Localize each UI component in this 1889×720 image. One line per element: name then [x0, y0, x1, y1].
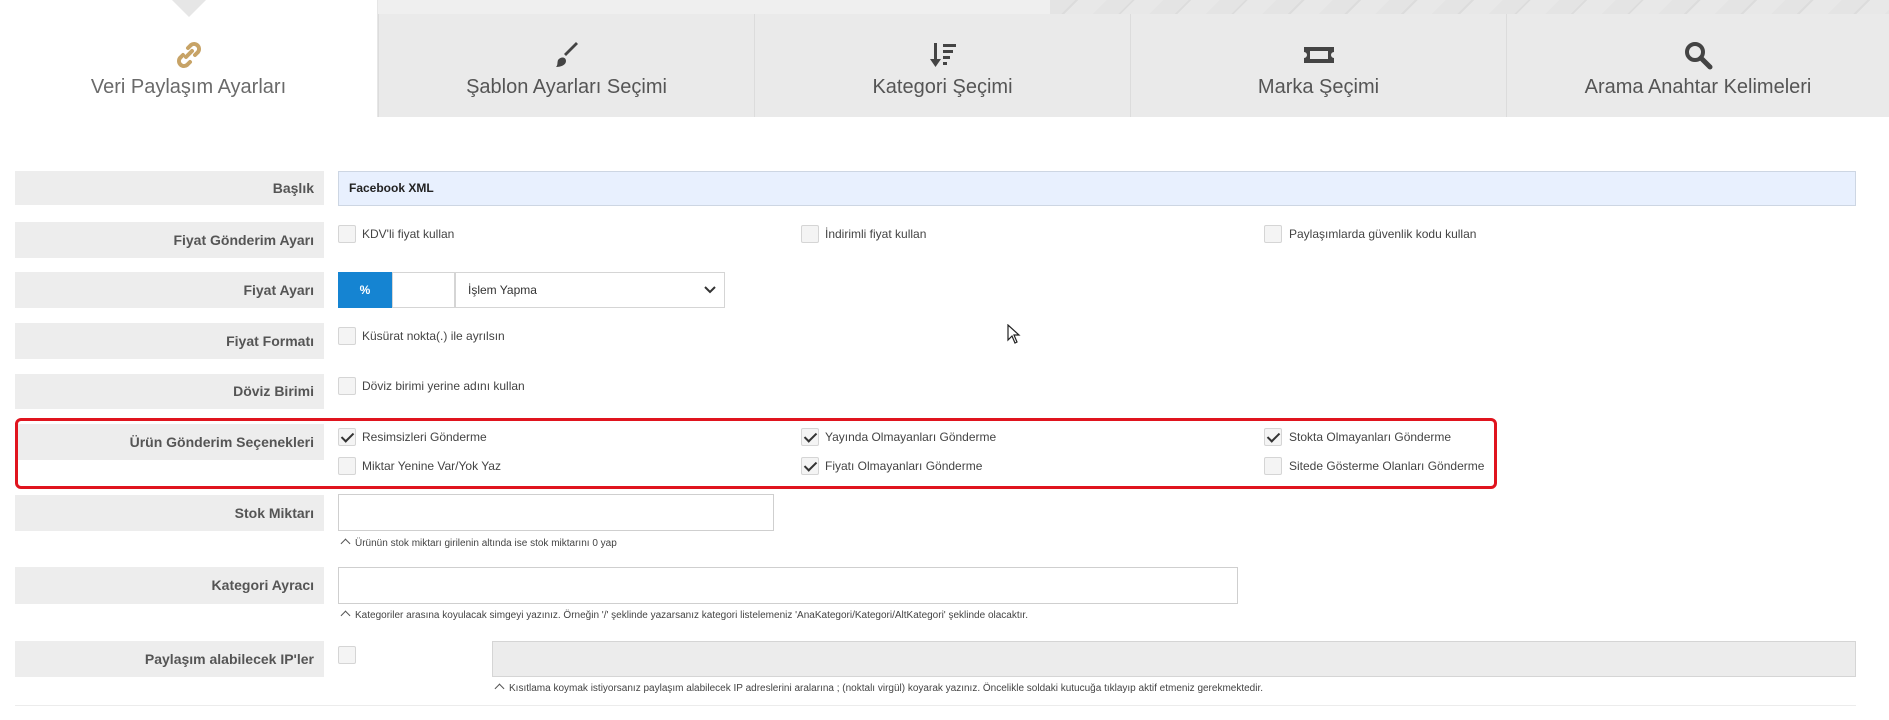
tab-veri-paylasim[interactable]: Veri Paylaşım Ayarları — [0, 0, 378, 117]
stok-miktari-hint-text: Ürünün stok miktarı girilenin altında is… — [355, 538, 617, 549]
fiyat-gonderim-label: Fiyat Gönderim Ayarı — [15, 222, 324, 258]
percent-toggle-button[interactable]: % — [338, 272, 392, 308]
baslik-label: Başlık — [15, 171, 324, 205]
kategori-ayraci-hint-text: Kategoriler arasına koyulacak simgeyi ya… — [355, 610, 1028, 621]
ip-label: Paylaşım alabilecek IP'ler — [15, 641, 324, 677]
kategori-ayraci-hint: Kategoriler arasına koyulacak simgeyi ya… — [338, 610, 1028, 621]
highlight-box — [15, 418, 1497, 489]
bottom-divider — [15, 705, 1856, 706]
kategori-ayraci-label: Kategori Ayracı — [15, 567, 324, 604]
tab-arama[interactable]: Arama Anahtar Kelimeleri — [1506, 14, 1889, 117]
tab-label: Veri Paylaşım Ayarları — [90, 76, 287, 98]
sort-icon — [755, 40, 1130, 74]
tab-label: Marka Şeçimi — [1257, 76, 1380, 98]
stok-miktari-input[interactable] — [338, 494, 774, 531]
tab-label: Şablon Ayarları Seçimi — [466, 76, 667, 98]
islem-select-value: İşlem Yapma — [468, 283, 537, 297]
kategori-ayraci-input[interactable] — [338, 567, 1238, 604]
islem-select[interactable]: İşlem Yapma — [455, 272, 725, 308]
fiyat-ayari-label: Fiyat Ayarı — [15, 272, 324, 308]
ip-hint-text: Kısıtlama koymak istiyorsanız paylaşım a… — [509, 683, 1264, 694]
brush-icon — [379, 40, 754, 74]
ip-hint: Kısıtlama koymak istiyorsanız paylaşım a… — [492, 683, 1263, 694]
baslik-input[interactable]: Facebook XML — [338, 171, 1856, 206]
doviz-birimi-label: Döviz Birimi — [15, 374, 324, 409]
caret-up-icon — [340, 610, 351, 621]
guvenlik-checkbox-label: Paylaşımlarda güvenlik kodu kullan — [1289, 227, 1477, 241]
stok-miktari-label: Stok Miktarı — [15, 495, 324, 531]
kusurat-checkbox[interactable] — [338, 327, 356, 345]
stok-miktari-hint: Ürünün stok miktarı girilenin altında is… — [338, 538, 617, 549]
caret-up-icon — [494, 683, 505, 694]
ip-input[interactable] — [492, 641, 1856, 677]
tab-label: Kategori Şeçimi — [872, 76, 1013, 98]
caret-up-icon — [340, 538, 351, 549]
doviz-checkbox-label: Döviz birimi yerine adını kullan — [362, 379, 525, 393]
ip-enable-checkbox[interactable] — [338, 646, 356, 664]
tab-label: Arama Anahtar Kelimeleri — [1584, 76, 1812, 98]
indirimli-checkbox-label: İndirimli fiyat kullan — [825, 227, 927, 241]
tab-bar: Veri Paylaşım Ayarları Şablon Ayarları S… — [0, 0, 1889, 117]
tab-bar-decoration — [1050, 0, 1889, 14]
ticket-icon — [1131, 40, 1506, 74]
fiyat-amount-input[interactable] — [392, 272, 455, 308]
tab-marka[interactable]: Marka Şeçimi — [1130, 14, 1506, 117]
mouse-cursor-icon — [1007, 324, 1021, 344]
kdv-checkbox[interactable] — [338, 225, 356, 243]
active-tab-notch — [171, 0, 206, 17]
fiyat-formati-label: Fiyat Formatı — [15, 323, 324, 359]
kusurat-checkbox-label: Küsürat nokta(.) ile ayrılsın — [362, 329, 505, 343]
search-icon — [1507, 40, 1889, 74]
tab-kategori[interactable]: Kategori Şeçimi — [754, 14, 1130, 117]
doviz-checkbox[interactable] — [338, 377, 356, 395]
tab-sablon[interactable]: Şablon Ayarları Seçimi — [378, 14, 754, 117]
guvenlik-checkbox[interactable] — [1264, 225, 1282, 243]
indirimli-checkbox[interactable] — [801, 225, 819, 243]
chevron-down-icon — [704, 286, 716, 294]
kdv-checkbox-label: KDV'li fiyat kullan — [362, 227, 455, 241]
link-icon — [0, 40, 377, 74]
